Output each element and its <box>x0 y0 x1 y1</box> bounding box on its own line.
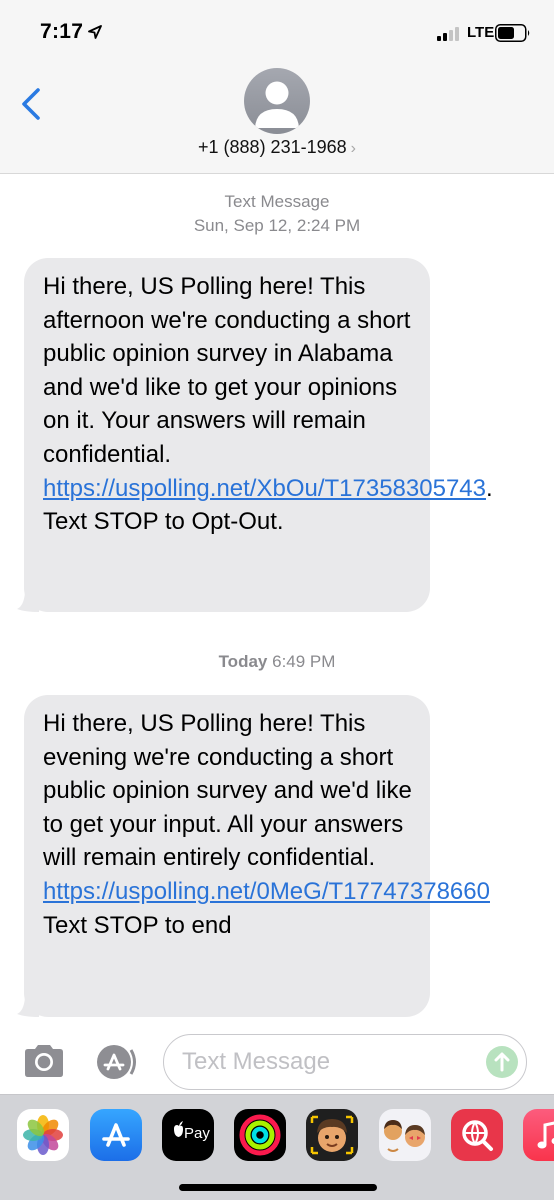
apple-pay-icon[interactable]: Pay <box>162 1109 214 1161</box>
battery-icon <box>495 24 530 42</box>
contact-number: +1 (888) 231-1968 <box>198 137 347 157</box>
conversation-header: +1 (888) 231-1968 › <box>0 62 554 174</box>
apple-pay-label: Pay <box>184 1125 210 1142</box>
contact-avatar[interactable] <box>244 68 310 134</box>
web-search-icon[interactable] <box>451 1109 503 1161</box>
message-link[interactable]: https://uspolling.net/0MeG/T17747378660 <box>43 878 490 905</box>
message-link[interactable]: https://uspolling.net/XbOu/T17358305743 <box>43 475 486 502</box>
location-arrow-icon <box>88 25 102 39</box>
timestamp-time: 6:49 PM <box>272 652 336 671</box>
timestamp-line: Today 6:49 PM <box>0 650 554 674</box>
music-icon[interactable] <box>523 1109 554 1161</box>
home-indicator[interactable] <box>179 1184 377 1191</box>
bubble-tail <box>17 997 39 1017</box>
status-time: 7:17 <box>40 20 84 43</box>
contact-info-button[interactable]: +1 (888) 231-1968 › <box>0 137 554 158</box>
message-text: Hi there, US Polling here! This afternoo… <box>43 273 411 468</box>
message-bubble-received[interactable]: Hi there, US Polling here! This evening … <box>17 695 490 1017</box>
service-label: Text Message <box>224 192 330 211</box>
send-arrow-icon[interactable] <box>486 1046 518 1078</box>
memoji-icon[interactable] <box>306 1109 358 1161</box>
photos-icon[interactable] <box>17 1109 69 1161</box>
chevron-right-icon: › <box>350 140 356 157</box>
bubble-tail <box>17 592 39 612</box>
camera-icon[interactable] <box>22 1043 66 1079</box>
message-text: Hi there, US Polling here! This evening … <box>43 710 412 872</box>
activity-icon[interactable] <box>234 1109 286 1161</box>
status-bar: 7:17 LTE <box>0 0 554 62</box>
message-input-container[interactable] <box>163 1034 527 1090</box>
timestamp-day: Today <box>218 652 268 671</box>
timestamp-day: Sun, Sep 12, <box>193 216 293 235</box>
app-store-icon[interactable] <box>90 1109 142 1161</box>
message-bubble-received[interactable]: Hi there, US Polling here! This afternoo… <box>17 258 493 612</box>
message-input[interactable] <box>182 1045 472 1079</box>
message-timestamp: Text Message Sun, Sep 12, 2:24 PM <box>0 190 554 238</box>
network-type: LTE <box>467 24 495 41</box>
timestamp-time: 2:24 PM <box>296 216 361 235</box>
memoji-stickers-icon[interactable] <box>379 1109 431 1161</box>
app-store-icon[interactable] <box>93 1042 141 1082</box>
signal-icon <box>437 27 463 41</box>
chevron-left-icon[interactable] <box>18 87 46 121</box>
timestamp-line: Sun, Sep 12, 2:24 PM <box>0 214 554 238</box>
person-silhouette-icon <box>255 81 299 128</box>
message-text-end: Text STOP to end <box>43 911 232 939</box>
message-timestamp: Today 6:49 PM <box>0 650 554 674</box>
